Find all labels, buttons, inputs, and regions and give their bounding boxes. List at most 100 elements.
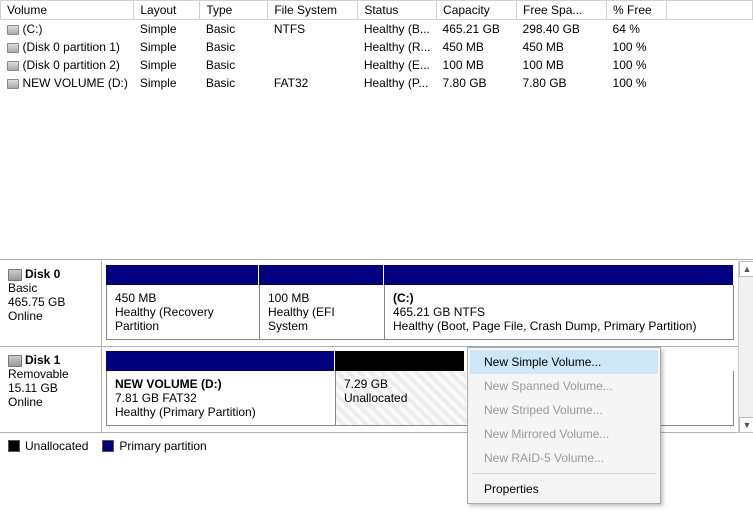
col-status[interactable]: Status [358,1,437,20]
vertical-scrollbar[interactable]: ▲ ▼ [738,261,753,433]
menu-new-mirrored-volume: New Mirrored Volume... [470,422,658,446]
cell-capacity: 450 MB [437,38,517,56]
cell-capacity: 465.21 GB [437,20,517,39]
cell-volume: (C:) [23,22,43,36]
cell-free: 298.40 GB [517,20,607,39]
bar-seg-primary [106,351,335,371]
context-menu: New Simple Volume... New Spanned Volume.… [467,347,661,504]
swatch-primary-icon [102,440,114,452]
cell-type: Basic [200,56,268,74]
cell-pct: 64 % [607,20,667,39]
cell-volume: (Disk 0 partition 2) [23,58,120,72]
cell-fs [268,38,358,56]
cell-pct: 100 % [607,74,667,92]
volume-icon [7,79,19,89]
partition-line1: 100 MB [268,291,376,305]
cell-pct: 100 % [607,38,667,56]
disk-label: Disk 0 [25,267,60,281]
cell-status: Healthy (R... [358,38,437,56]
cell-status: Healthy (E... [358,56,437,74]
bar-seg-unallocated [335,351,465,371]
bar-seg-primary [384,265,734,285]
col-pctfree[interactable]: % Free [607,1,667,20]
legend-primary: Primary partition [102,439,206,453]
volume-list-pane: Volume Layout Type File System Status Ca… [0,0,753,260]
disk-diagram: 450 MBHealthy (Recovery Partition100 MBH… [102,261,738,346]
disk-row: Disk 0Basic465.75 GBOnline450 MBHealthy … [0,261,738,347]
volume-icon [7,25,19,35]
partition-title: (C:) [393,291,725,305]
partition-unallocated[interactable]: 7.29 GBUnallocated [336,371,466,425]
cell-fs: NTFS [268,20,358,39]
partition-line1: 7.29 GB [344,377,458,391]
scroll-down-button[interactable]: ▼ [739,417,753,433]
partition-line1: 450 MB [115,291,251,305]
bar-seg-primary [259,265,384,285]
partition-line2: Healthy (Boot, Page File, Crash Dump, Pr… [393,319,725,333]
cell-type: Basic [200,20,268,39]
menu-new-spanned-volume: New Spanned Volume... [470,374,658,398]
disk-info[interactable]: Disk 1Removable15.11 GBOnline [0,347,102,432]
col-capacity[interactable]: Capacity [437,1,517,20]
cell-volume: NEW VOLUME (D:) [23,76,128,90]
disk-kind: Basic [8,281,93,295]
legend-unallocated: Unallocated [8,439,88,453]
table-header-row: Volume Layout Type File System Status Ca… [1,1,753,20]
table-row[interactable]: (C:) SimpleBasicNTFSHealthy (B...465.21 G… [1,20,753,39]
disk-info[interactable]: Disk 0Basic465.75 GBOnline [0,261,102,346]
cell-status: Healthy (B... [358,20,437,39]
volume-table: Volume Layout Type File System Status Ca… [0,0,753,92]
partition-line1: 7.81 GB FAT32 [115,391,327,405]
menu-separator [472,473,656,474]
cell-free: 450 MB [517,38,607,56]
menu-new-simple-volume[interactable]: New Simple Volume... [470,350,658,374]
menu-properties[interactable]: Properties [470,477,658,501]
col-freespace[interactable]: Free Spa... [517,1,607,20]
disk-size: 465.75 GB [8,295,93,309]
partition-line1: 465.21 GB NTFS [393,305,725,319]
volume-icon [7,43,19,53]
disk-icon [8,355,22,367]
bar-seg-primary [106,265,259,285]
menu-new-raid5-volume: New RAID-5 Volume... [470,446,658,470]
swatch-unallocated-icon [8,440,20,452]
partition-line2: Healthy (Recovery Partition [115,305,251,333]
legend-primary-label: Primary partition [119,439,206,453]
partition-title: NEW VOLUME (D:) [115,377,327,391]
partition-box[interactable]: (C:)465.21 GB NTFSHealthy (Boot, Page Fi… [385,285,733,339]
table-row[interactable]: (Disk 0 partition 2) SimpleBasic Healthy (… [1,56,753,74]
cell-layout: Simple [134,38,200,56]
cell-layout: Simple [134,56,200,74]
table-row[interactable]: NEW VOLUME (D:) SimpleBasicFAT32Healthy (… [1,74,753,92]
disk-kind: Removable [8,367,93,381]
col-volume[interactable]: Volume [1,1,134,20]
cell-layout: Simple [134,20,200,39]
cell-fs [268,56,358,74]
disk-state: Online [8,395,93,409]
cell-volume: (Disk 0 partition 1) [23,40,120,54]
partition-box[interactable]: NEW VOLUME (D:)7.81 GB FAT32Healthy (Pri… [107,371,336,425]
disk-state: Online [8,309,93,323]
scroll-up-button[interactable]: ▲ [739,261,753,277]
col-extra[interactable] [667,1,753,20]
disk-label: Disk 1 [25,353,60,367]
cell-status: Healthy (P... [358,74,437,92]
col-filesystem[interactable]: File System [268,1,358,20]
col-layout[interactable]: Layout [134,1,200,20]
partition-color-bar [106,265,734,285]
disk-size: 15.11 GB [8,381,93,395]
partition-line2: Healthy (EFI System [268,305,376,333]
cell-capacity: 7.80 GB [437,74,517,92]
partition-box[interactable]: 450 MBHealthy (Recovery Partition [107,285,260,339]
partition-box[interactable]: 100 MBHealthy (EFI System [260,285,385,339]
cell-capacity: 100 MB [437,56,517,74]
table-row[interactable]: (Disk 0 partition 1)SimpleBasicHealthy (… [1,38,753,56]
col-type[interactable]: Type [200,1,268,20]
cell-type: Basic [200,74,268,92]
disk-icon [8,269,22,281]
cell-free: 100 MB [517,56,607,74]
cell-layout: Simple [134,74,200,92]
cell-fs: FAT32 [268,74,358,92]
partition-boxes: 450 MBHealthy (Recovery Partition100 MBH… [106,285,734,340]
cell-free: 7.80 GB [517,74,607,92]
